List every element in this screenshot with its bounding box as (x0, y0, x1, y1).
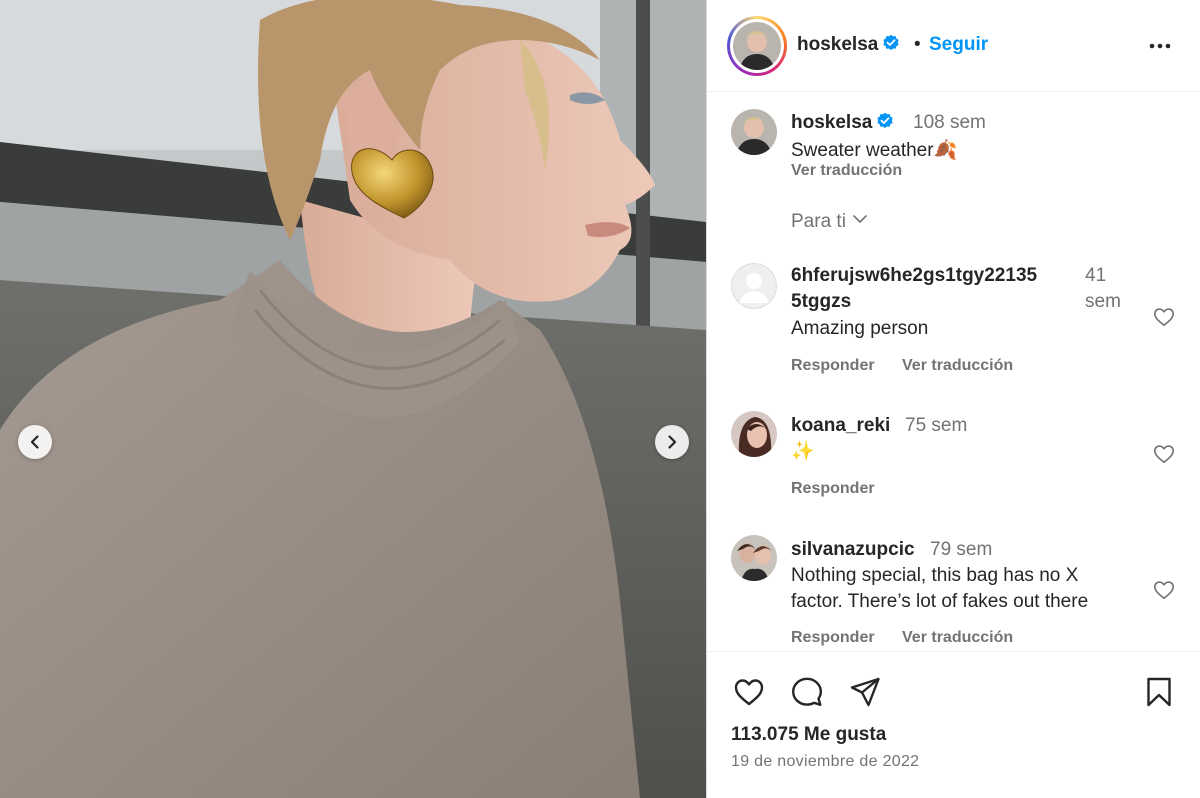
comment-username[interactable]: koana_reki (791, 415, 890, 437)
comment-text-continued: factor. There’s lot of fakes out there (791, 591, 1089, 612)
heart-icon[interactable] (733, 676, 765, 708)
comment-time[interactable]: 79 sem (930, 539, 992, 561)
previous-photo-button[interactable] (18, 425, 52, 459)
comment-username[interactable]: 6hferujsw6he2gs1tgy22135 (791, 265, 1037, 287)
comment-time[interactable]: 41 (1085, 265, 1106, 287)
reply-button[interactable]: Responder (791, 480, 875, 498)
like-comment-heart-icon[interactable] (1153, 579, 1175, 601)
comment-username-continued[interactable]: 5tggzs (791, 291, 851, 313)
share-icon[interactable] (849, 676, 881, 708)
verified-badge-icon (877, 112, 893, 128)
comments-list[interactable]: hoskelsa 108 sem Sweater weather🍂 Ver tr… (707, 93, 1200, 651)
post-photo (0, 0, 706, 798)
comment-text: Amazing person (791, 318, 929, 339)
more-icon[interactable] (1147, 33, 1173, 59)
comment-filter-dropdown[interactable]: Para ti (791, 211, 868, 233)
caption-avatar-image (731, 109, 777, 155)
like-comment-heart-icon[interactable] (1153, 306, 1175, 328)
author-username[interactable]: hoskelsa (797, 34, 900, 56)
comment-time[interactable]: 75 sem (905, 415, 967, 437)
caption-username[interactable]: hoskelsa (791, 112, 894, 134)
comment-avatar-image (731, 535, 777, 581)
caption-avatar[interactable] (731, 109, 777, 155)
comment-translate-link[interactable]: Ver traducción (902, 629, 1013, 647)
post-side-panel: hoskelsa • Seguir hoskelsa 108 sem Sweat… (706, 0, 1200, 798)
comment-avatar[interactable] (731, 263, 777, 309)
post-date[interactable]: 19 de noviembre de 2022 (731, 753, 919, 771)
comment-text: Nothing special, this bag has no X (791, 565, 1079, 586)
comment-time-unit[interactable]: sem (1085, 291, 1121, 313)
chevron-left-icon (30, 435, 39, 449)
verified-badge-icon (883, 34, 899, 50)
comment-avatar[interactable] (731, 535, 777, 581)
comment-icon[interactable] (791, 676, 823, 708)
caption-time[interactable]: 108 sem (913, 112, 986, 134)
bookmark-icon[interactable] (1143, 676, 1175, 708)
comment-avatar[interactable] (731, 411, 777, 457)
reply-button[interactable]: Responder (791, 629, 875, 647)
comment-text: ✨ (791, 441, 815, 462)
next-photo-button[interactable] (655, 425, 689, 459)
likes-count[interactable]: 113.075 Me gusta (731, 724, 886, 746)
reply-button[interactable]: Responder (791, 357, 875, 375)
like-comment-heart-icon[interactable] (1153, 443, 1175, 465)
comment-avatar-image (731, 411, 777, 457)
author-avatar[interactable] (727, 16, 787, 76)
post-actions: 113.075 Me gusta 19 de noviembre de 2022 (707, 651, 1200, 798)
comment-translate-link[interactable]: Ver traducción (902, 357, 1013, 375)
follow-button[interactable]: Seguir (929, 34, 988, 56)
chevron-down-icon (853, 215, 867, 223)
chevron-right-icon (668, 435, 677, 449)
caption-translate-link[interactable]: Ver traducción (791, 162, 902, 180)
post-header: hoskelsa • Seguir (707, 0, 1200, 92)
author-avatar-image (733, 22, 781, 70)
caption-text: Sweater weather🍂 (791, 140, 958, 161)
default-avatar-icon (731, 263, 777, 309)
header-separator: • (914, 34, 921, 55)
comment-filter-label: Para ti (791, 211, 846, 232)
post-image (0, 0, 706, 798)
comment-username[interactable]: silvanazupcic (791, 539, 915, 561)
